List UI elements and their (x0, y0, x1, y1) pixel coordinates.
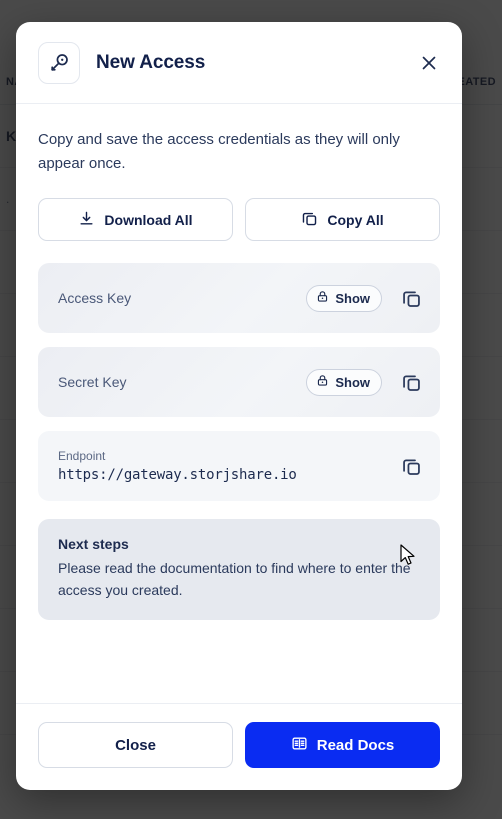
dialog-description: Copy and save the access credentials as … (38, 131, 400, 172)
access-key-row: Access Key Show (38, 263, 440, 333)
endpoint-label: Endpoint (58, 449, 106, 463)
access-key-copy-icon[interactable] (396, 283, 426, 313)
endpoint-copy-icon[interactable] (396, 451, 426, 481)
secret-key-row: Secret Key Show (38, 347, 440, 417)
endpoint-value: https://gateway.storjshare.io (58, 467, 297, 483)
secret-key-label: Secret Key (58, 374, 127, 390)
read-docs-label: Read Docs (316, 736, 395, 754)
new-access-dialog: New Access Copy and save the access cred… (16, 22, 462, 790)
endpoint-row: Endpoint https://gateway.storjshare.io (38, 431, 440, 501)
dialog-title: New Access (96, 51, 206, 73)
access-key-label: Access Key (58, 290, 132, 306)
access-key-show-label: Show (335, 290, 370, 306)
bulk-actions: Download All Copy All (38, 198, 440, 241)
close-icon[interactable] (416, 50, 442, 76)
screen: NAME DATE CREATED Key . (0, 0, 502, 819)
close-button-label: Close (115, 736, 156, 754)
download-all-button[interactable]: Download All (38, 198, 233, 241)
next-steps-title: Next steps (58, 536, 129, 552)
close-button[interactable]: Close (38, 722, 233, 768)
download-icon (78, 210, 95, 230)
copy-all-label: Copy All (327, 211, 384, 228)
next-steps-panel: Next steps Please read the documentation… (38, 519, 440, 620)
next-steps-text: Please read the documentation to find wh… (58, 560, 411, 598)
dialog-body: Copy and save the access credentials as … (16, 104, 462, 703)
access-key-show-button[interactable]: Show (306, 284, 382, 312)
read-docs-button[interactable]: Read Docs (245, 722, 440, 768)
download-all-label: Download All (104, 211, 193, 228)
copy-all-button[interactable]: Copy All (245, 198, 440, 241)
secret-key-show-button[interactable]: Show (306, 368, 382, 396)
lock-icon (316, 290, 329, 306)
dialog-footer: Close Read Docs (16, 703, 462, 790)
lock-icon (316, 374, 329, 390)
endpoint-texts: Endpoint https://gateway.storjshare.io (58, 449, 382, 483)
dialog-header: New Access (16, 22, 462, 104)
key-icon (38, 41, 80, 84)
secret-key-show-label: Show (335, 374, 370, 390)
secret-key-copy-icon[interactable] (396, 367, 426, 397)
copy-icon (301, 210, 318, 230)
book-icon (291, 735, 308, 756)
